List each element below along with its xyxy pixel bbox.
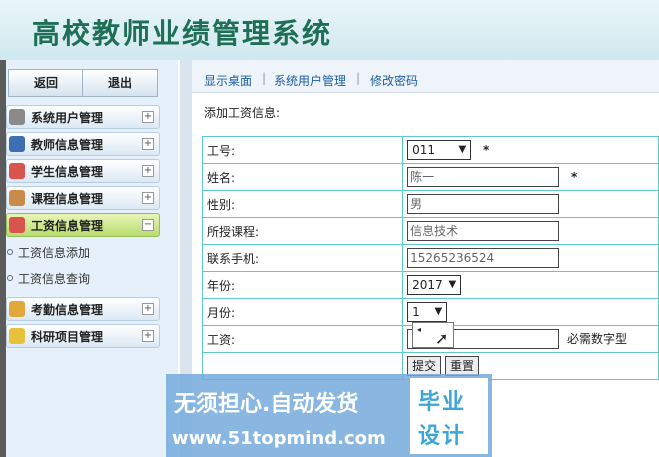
menu-label: 教师信息管理 xyxy=(31,138,104,152)
form-row-id: 工号: 011 ▼ * xyxy=(201,136,659,164)
id-select[interactable]: 011 ▼ xyxy=(407,140,472,160)
course-input[interactable]: 信息技术 xyxy=(407,221,560,241)
top-nav: 显示桌面 | 系统用户管理 | 修改密码 xyxy=(192,60,659,93)
menu-system-users[interactable]: 系统用户管理 + xyxy=(6,105,160,129)
menu-attendance-info[interactable]: 考勤信息管理 + xyxy=(6,297,160,321)
id-select-value: 011 xyxy=(412,143,436,157)
dropdown-arrow-icon: ▼ xyxy=(434,306,443,317)
salary-hint: 必需数字型 xyxy=(566,331,627,346)
field-cell: 011 ▼ * xyxy=(402,136,659,164)
submenu-label: 工资信息添加 xyxy=(18,246,91,260)
menu-student-info[interactable]: 学生信息管理 + xyxy=(6,159,160,183)
month-select[interactable]: 1 ▼ xyxy=(407,302,448,322)
expand-icon[interactable]: + xyxy=(142,330,154,342)
menu-label: 工资信息管理 xyxy=(31,219,104,233)
menu-label: 课程信息管理 xyxy=(31,192,104,206)
form-row-year: 年份: 2017 ▼ xyxy=(201,271,659,299)
menu-label: 考勤信息管理 xyxy=(31,303,104,317)
reset-button[interactable]: 重置 xyxy=(445,356,480,376)
label-gender: 性别: xyxy=(201,190,404,218)
menu-label: 学生信息管理 xyxy=(31,165,104,179)
calendar-icon xyxy=(9,163,25,179)
required-mark: * xyxy=(482,143,490,157)
form-row-gender: 性别: 男 xyxy=(201,190,659,218)
dropdown-scroll-icon: ◂ xyxy=(417,325,422,334)
nav-desktop-link[interactable]: 显示桌面 xyxy=(204,72,252,89)
nav-separator: | xyxy=(356,71,361,85)
month-select-value: 1 xyxy=(412,305,420,319)
watermark-logo-text: 毕业 xyxy=(418,390,467,415)
field-cell: 男 xyxy=(402,190,659,218)
label-name: 姓名: xyxy=(201,163,404,191)
field-cell: 15265236524 xyxy=(402,244,659,272)
submenu-salary-query[interactable]: 工资信息查询 xyxy=(6,267,158,291)
year-select[interactable]: 2017 ▼ xyxy=(407,275,462,295)
back-button[interactable]: 返回 xyxy=(8,69,84,97)
watermark-url: www.51topmind.com xyxy=(172,428,386,449)
menu-label: 系统用户管理 xyxy=(31,111,104,125)
calendar-icon xyxy=(9,217,25,233)
name-input[interactable]: 陈一 xyxy=(407,167,560,187)
menu-research-projects[interactable]: 科研项目管理 + xyxy=(6,324,160,348)
expand-icon[interactable]: + xyxy=(142,303,154,315)
expand-icon[interactable]: + xyxy=(142,111,154,123)
gender-input[interactable]: 男 xyxy=(407,194,560,214)
monitor-icon xyxy=(9,136,25,152)
watermark-banner: 无须担心.自动发货 www.51topmind.com 毕业 设计 xyxy=(166,374,492,457)
dropdown-arrow-icon: ▼ xyxy=(458,144,467,155)
expand-icon[interactable]: + xyxy=(142,138,154,150)
label-id: 工号: xyxy=(201,136,404,164)
phone-input[interactable]: 15265236524 xyxy=(407,248,560,268)
watermark-slogan: 无须担心.自动发货 xyxy=(174,392,359,417)
menu-salary-info[interactable]: 工资信息管理 − xyxy=(6,213,160,237)
nav-change-password-link[interactable]: 修改密码 xyxy=(370,72,418,89)
nav-separator: | xyxy=(262,71,267,85)
menu-teacher-info[interactable]: 教师信息管理 + xyxy=(6,132,160,156)
dropdown-arrow-icon: ▼ xyxy=(448,279,457,290)
label-year: 年份: xyxy=(201,271,404,299)
gear-icon xyxy=(9,109,25,125)
bullet-icon xyxy=(7,275,13,281)
label-course: 所授课程: xyxy=(201,217,404,245)
app-header: 高校教师业绩管理系统 xyxy=(0,0,659,60)
field-cell: 陈一 * xyxy=(402,163,659,191)
menu-label: 科研项目管理 xyxy=(31,330,104,344)
form-row-phone: 联系手机: 15265236524 xyxy=(201,244,659,272)
form-row-name: 姓名: 陈一 * xyxy=(201,163,659,191)
submit-button[interactable]: 提交 xyxy=(407,356,442,376)
folder-icon xyxy=(9,301,25,317)
label-salary: 工资: xyxy=(201,325,404,353)
collapse-icon[interactable]: − xyxy=(142,219,154,231)
year-select-value: 2017 xyxy=(412,278,443,292)
form-row-course: 所授课程: 信息技术 xyxy=(201,217,659,245)
required-mark: * xyxy=(570,169,578,184)
submenu-salary-add[interactable]: 工资信息添加 xyxy=(6,241,158,265)
menu-course-info[interactable]: 课程信息管理 + xyxy=(6,186,160,210)
field-cell: 信息技术 xyxy=(402,217,659,245)
label-month: 月份: xyxy=(201,298,404,326)
mouse-cursor-icon: ➚ xyxy=(435,329,449,348)
app-title: 高校教师业绩管理系统 xyxy=(32,17,333,50)
field-cell: 2017 ▼ xyxy=(402,271,659,299)
page-title: 添加工资信息: xyxy=(204,106,281,120)
bullet-icon xyxy=(7,249,13,255)
watermark-logo: 毕业 设计 xyxy=(410,378,488,454)
sidebar: 返回 退出 系统用户管理 + 教师信息管理 + 学生信息管理 + 课程信息管理 … xyxy=(6,60,178,457)
coins-icon xyxy=(9,328,25,344)
month-dropdown-list[interactable]: ◂ ➚ xyxy=(412,322,454,348)
nav-system-users-link[interactable]: 系统用户管理 xyxy=(274,72,346,89)
watermark-logo-text: 设计 xyxy=(418,424,467,449)
sidebar-top-buttons: 返回 退出 xyxy=(6,66,178,98)
expand-icon[interactable]: + xyxy=(142,192,154,204)
submenu-label: 工资信息查询 xyxy=(18,272,91,286)
exit-button[interactable]: 退出 xyxy=(82,69,158,97)
label-phone: 联系手机: xyxy=(201,244,404,272)
expand-icon[interactable]: + xyxy=(142,165,154,177)
user-icon xyxy=(9,190,25,206)
